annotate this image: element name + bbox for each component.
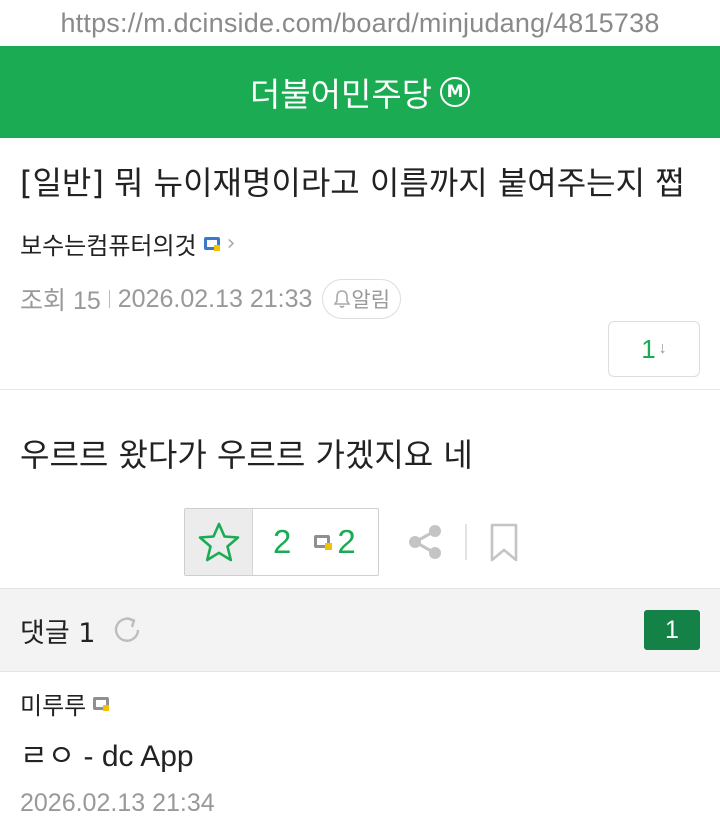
recommend-count: 2 xyxy=(273,523,292,560)
comment-datetime: 2026.02.13 21:34 xyxy=(20,789,215,817)
browser-url-bar[interactable]: https://m.dcinside.com/board/minjudang/4… xyxy=(0,0,720,46)
author-name: 보수는컴퓨터의것 xyxy=(20,232,197,260)
alarm-button[interactable]: 알림 xyxy=(322,279,402,319)
comment-item: 미루루 ㄹㅇ - dc App 2026.02.13 21:34 xyxy=(0,672,720,818)
comment-author: 미루루 xyxy=(20,692,87,720)
chevron-right-icon: › xyxy=(226,231,236,256)
bookmark-icon[interactable] xyxy=(490,523,518,563)
gallery-header[interactable]: 더불어민주당 M xyxy=(0,46,720,138)
author-fixed-icon xyxy=(203,236,220,251)
minor-gallery-badge: M xyxy=(440,77,471,107)
action-divider xyxy=(465,524,467,560)
star-icon xyxy=(198,522,239,562)
comment-author-row[interactable]: 미루루 xyxy=(20,686,700,721)
fixed-user-icon xyxy=(314,535,333,550)
post-datetime: 2026.02.13 21:33 xyxy=(117,284,313,313)
alarm-label: 알림 xyxy=(351,288,391,312)
comment-count-label: 댓글 1 xyxy=(20,617,96,649)
comment-header: 댓글 1 1 xyxy=(0,588,720,672)
share-icon[interactable] xyxy=(405,522,445,562)
recommend-box: 2 2 xyxy=(184,508,379,576)
author-link[interactable]: 보수는컴퓨터의것 › xyxy=(20,226,700,261)
post-meta: 조회 15 2026.02.13 21:33 알림 xyxy=(20,279,700,319)
post-header: [일반] 뭐 뉴이재명이라고 이름까지 붙여주는지 쩝 보수는컴퓨터의것 › 조… xyxy=(0,138,720,390)
recommend-button[interactable] xyxy=(185,509,253,575)
view-count: 조회 15 xyxy=(20,287,101,315)
bell-icon xyxy=(333,290,351,308)
recommend-counts: 2 2 xyxy=(253,509,356,575)
comment-count-badge[interactable]: 1 xyxy=(644,610,700,650)
comment-jump-button[interactable]: 1 ↓ xyxy=(608,321,700,377)
comment-author-fixed-icon xyxy=(93,696,110,711)
comment-jump-count: 1 xyxy=(641,333,656,364)
comment-text: ㄹㅇ - dc App xyxy=(20,740,194,773)
post-body-text: 우르르 왔다가 우르르 가겠지요 네 xyxy=(20,436,473,474)
arrow-down-icon: ↓ xyxy=(658,340,667,357)
browser-url: https://m.dcinside.com/board/minjudang/4… xyxy=(60,8,660,38)
gallery-name: 더불어민주당 xyxy=(249,75,433,114)
refresh-icon[interactable] xyxy=(111,614,143,646)
post-title: [일반] 뭐 뉴이재명이라고 이름까지 붙여주는지 쩝 xyxy=(20,164,685,202)
meta-divider xyxy=(108,290,110,308)
fixed-recommend-count: 2 xyxy=(337,523,356,560)
